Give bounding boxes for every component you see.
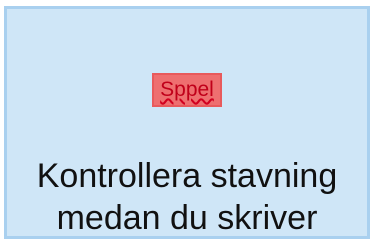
option-label: Kontrollera stavning medan du skriver	[7, 155, 367, 239]
check-spelling-option-tile[interactable]: Sppel Kontrollera stavning medan du skri…	[4, 6, 370, 239]
spelling-error-sample: Sppel	[7, 73, 367, 107]
misspelled-word: Sppel	[152, 73, 222, 107]
option-label-line2: medan du skriver	[56, 199, 318, 237]
stage: Sppel Kontrollera stavning medan du skri…	[0, 0, 380, 248]
option-label-line1: Kontrollera stavning	[36, 157, 338, 195]
